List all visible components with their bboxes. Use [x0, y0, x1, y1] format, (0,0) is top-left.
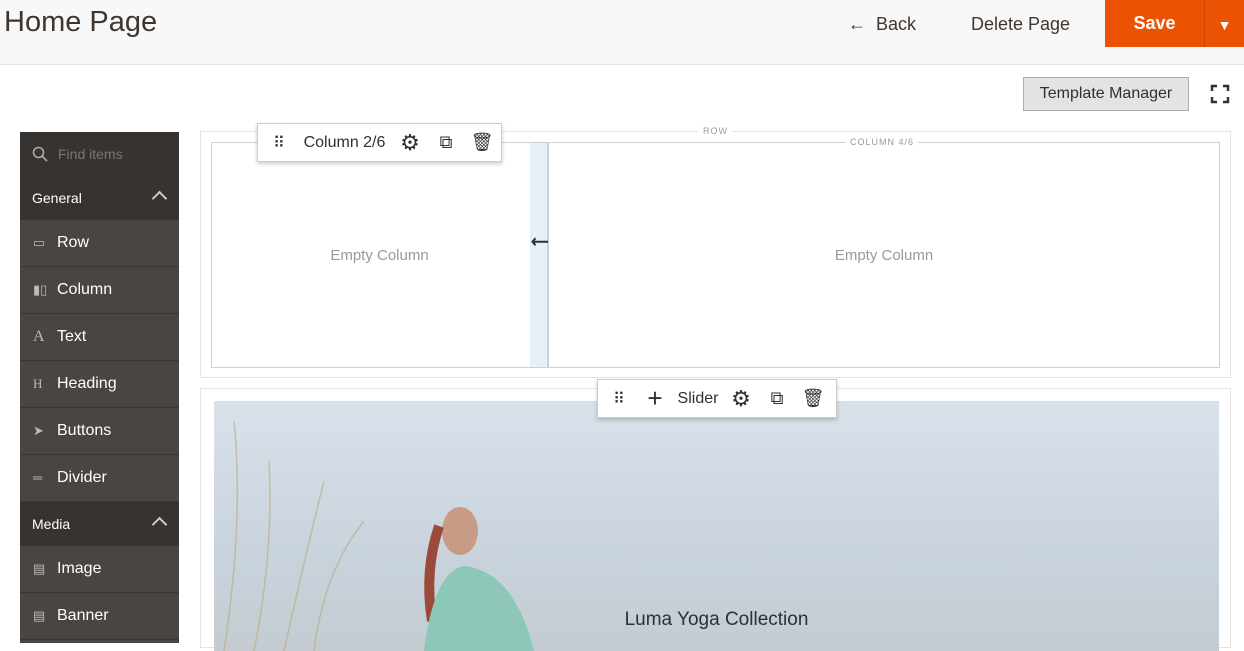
save-button[interactable]: Save	[1105, 0, 1204, 47]
back-label: Back	[876, 14, 917, 34]
item-label: Divider	[57, 469, 107, 486]
trash-icon[interactable]: 🗑	[795, 379, 831, 418]
page-header: Home Page ← Back Delete Page Save ▼	[0, 0, 1244, 65]
image-icon: ▤	[33, 561, 46, 576]
sidebar-item-column[interactable]: ▮▯ Column	[20, 267, 179, 314]
item-label: Column	[57, 281, 113, 298]
item-label: Text	[57, 328, 87, 345]
plus-icon[interactable]: +	[637, 379, 673, 418]
template-manager-button[interactable]: Template Manager	[1023, 77, 1189, 111]
column-4-6[interactable]: Empty Column	[548, 142, 1220, 368]
slider-toolbar: ⠿ + Slider ⚙ ⧉ 🗑	[597, 379, 837, 418]
slider-toolbar-label: Slider	[677, 389, 719, 407]
sidebar-item-divider[interactable]: ═ Divider	[20, 455, 179, 502]
sidebar-item-text[interactable]: A Text	[20, 314, 179, 361]
slide-title: Luma Yoga Collection	[624, 609, 809, 630]
column-toolbar: ⠿ Column 2/6 ⚙ ⧉ 🗑	[257, 123, 502, 162]
item-label: Image	[57, 560, 102, 577]
gear-icon[interactable]: ⚙	[392, 123, 428, 162]
row-icon: ▭	[33, 235, 46, 250]
pointer-icon: ➤	[33, 423, 44, 438]
sidebar-panel: Find items General ▭ Row ▮▯ Column A Text H…	[20, 132, 179, 643]
item-label: Buttons	[57, 422, 112, 439]
row-label: ROW	[699, 126, 732, 136]
trash-icon[interactable]: 🗑	[464, 123, 500, 162]
drag-handle-icon[interactable]: ⠿	[601, 379, 637, 418]
group-label: General	[32, 190, 82, 206]
banner-icon: ▤	[33, 608, 46, 623]
delete-page-button[interactable]: Delete Page	[971, 12, 1070, 36]
column-resize-handle[interactable]	[530, 143, 547, 367]
empty-column-text: Empty Column	[834, 247, 934, 264]
drag-handle-icon[interactable]: ⠿	[261, 123, 297, 162]
sidebar-item-row[interactable]: ▭ Row	[20, 220, 179, 267]
sidebar-item-image[interactable]: ▤ Image	[20, 546, 179, 593]
column-toolbar-label: Column 2/6	[303, 133, 386, 151]
item-label: Row	[57, 234, 90, 251]
copy-icon[interactable]: ⧉	[759, 379, 795, 418]
group-media[interactable]: Media	[20, 502, 179, 546]
arrow-left-icon: ←	[848, 14, 866, 34]
sidebar-item-banner[interactable]: ▤ Banner	[20, 593, 179, 640]
group-general[interactable]: General	[20, 176, 179, 220]
group-label: Media	[32, 516, 71, 532]
find-items-search[interactable]: Find items	[20, 132, 179, 176]
caret-down-icon: ▼	[1217, 17, 1232, 33]
slide-banner-image[interactable]: Luma Yoga Collection	[214, 401, 1219, 651]
column-2-6[interactable]: Empty Column	[211, 142, 548, 368]
item-label: Heading	[57, 375, 117, 392]
search-placeholder: Find items	[58, 146, 123, 162]
sidebar-item-buttons[interactable]: ➤ Buttons	[20, 408, 179, 455]
column-icon: ▮▯	[33, 282, 48, 297]
back-button[interactable]: ← Back	[848, 12, 916, 36]
chevron-up-icon	[151, 516, 168, 533]
fullscreen-icon[interactable]	[1210, 84, 1230, 104]
copy-icon[interactable]: ⧉	[428, 123, 464, 162]
heading-icon: H	[33, 376, 43, 391]
page-title: Home Page	[4, 6, 158, 38]
column-label: COLUMN 4/6	[846, 137, 919, 147]
empty-column-text: Empty Column	[330, 247, 429, 264]
save-dropdown-button[interactable]: ▼	[1204, 0, 1244, 47]
gear-icon[interactable]: ⚙	[723, 379, 759, 418]
search-icon	[32, 146, 48, 162]
item-label: Banner	[57, 607, 109, 624]
text-icon: A	[33, 328, 45, 345]
sidebar-item-heading[interactable]: H Heading	[20, 361, 179, 408]
chevron-up-icon	[151, 190, 168, 207]
divider-icon: ═	[33, 470, 43, 485]
